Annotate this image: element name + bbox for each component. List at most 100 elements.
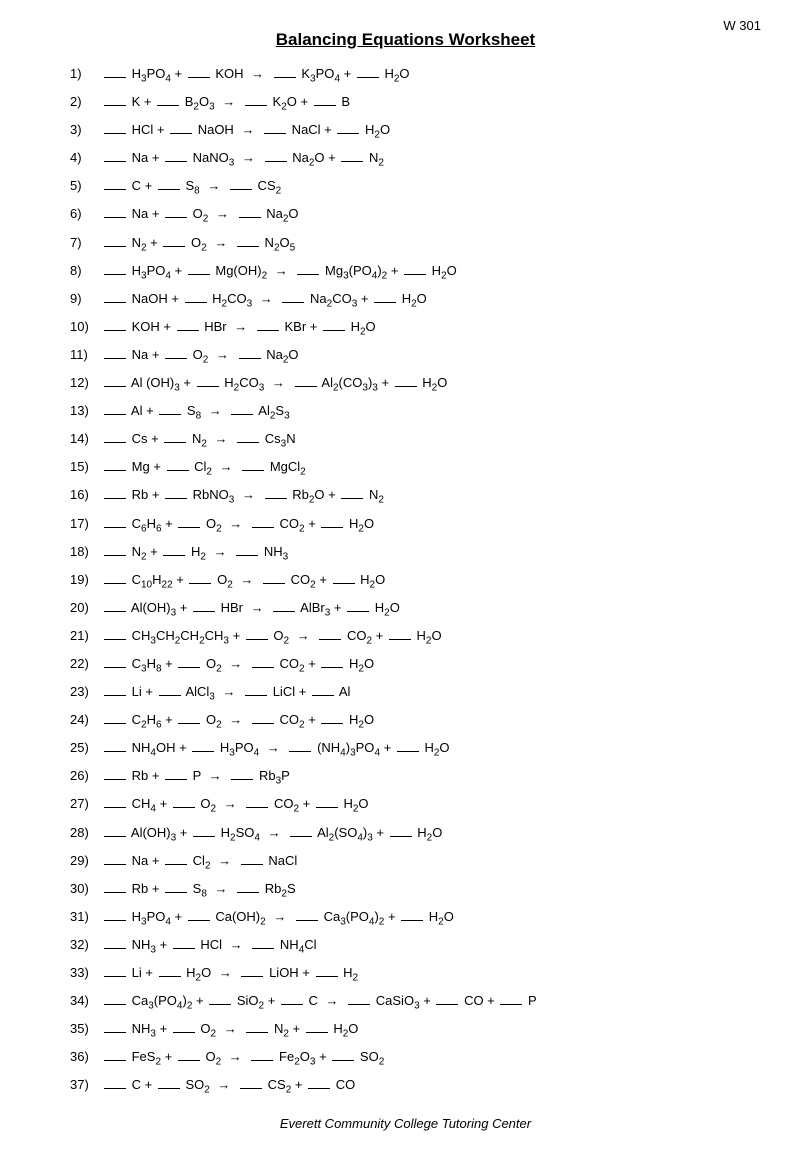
eq-content: Cs + N2 → Cs3N — [102, 429, 296, 452]
eq-content: C + S8 → CS2 — [102, 176, 281, 199]
list-item: 10) KOH + HBr → KBr + H2O — [70, 317, 741, 340]
eq-content: Na + O2 → Na2O — [102, 204, 299, 227]
eq-num: 10) — [70, 317, 102, 337]
list-item: 8) H3PO4 + Mg(OH)2 → Mg3(PO4)2 + H2O — [70, 261, 741, 284]
list-item: 19) C10H22 + O2 → CO2 + H2O — [70, 570, 741, 593]
eq-content: Na + Cl2 → NaCl — [102, 851, 297, 874]
list-item: 22) C3H8 + O2 → CO2 + H2O — [70, 654, 741, 677]
eq-num: 21) — [70, 626, 102, 646]
list-item: 17) C6H6 + O2 → CO2 + H2O — [70, 514, 741, 537]
eq-num: 25) — [70, 738, 102, 758]
eq-num: 18) — [70, 542, 102, 562]
eq-num: 28) — [70, 823, 102, 843]
eq-content: Na + O2 → Na2O — [102, 345, 299, 368]
eq-num: 32) — [70, 935, 102, 955]
list-item: 26) Rb + P → Rb3P — [70, 766, 741, 789]
list-item: 18) N2 + H2 → NH3 — [70, 542, 741, 565]
eq-content: K + B2O3 → K2O + B — [102, 92, 350, 115]
eq-content: NH4OH + H3PO4 → (NH4)3PO4 + H2O — [102, 738, 450, 761]
eq-content: NH3 + O2 → N2 + H2O — [102, 1019, 358, 1042]
list-item: 9) NaOH + H2CO3 → Na2CO3 + H2O — [70, 289, 741, 312]
eq-num: 27) — [70, 794, 102, 814]
eq-content: C + SO2 → CS2 + CO — [102, 1075, 355, 1098]
eq-content: CH3CH2CH2CH3 + O2 → CO2 + H2O — [102, 626, 442, 649]
eq-num: 19) — [70, 570, 102, 590]
list-item: 13) Al + S8 → Al2S3 — [70, 401, 741, 424]
list-item: 1) H3PO4 + KOH → K3PO4 + H2O — [70, 64, 741, 87]
eq-num: 31) — [70, 907, 102, 927]
eq-num: 37) — [70, 1075, 102, 1095]
eq-content: Rb + S8 → Rb2S — [102, 879, 296, 902]
eq-num: 11) — [70, 345, 102, 365]
eq-num: 23) — [70, 682, 102, 702]
eq-content: Al(OH)3 + HBr → AlBr3 + H2O — [102, 598, 400, 621]
eq-num: 26) — [70, 766, 102, 786]
list-item: 27) CH4 + O2 → CO2 + H2O — [70, 794, 741, 817]
eq-num: 20) — [70, 598, 102, 618]
list-item: 24) C2H6 + O2 → CO2 + H2O — [70, 710, 741, 733]
list-item: 25) NH4OH + H3PO4 → (NH4)3PO4 + H2O — [70, 738, 741, 761]
list-item: 23) Li + AlCl3 → LiCl + Al — [70, 682, 741, 705]
list-item: 32) NH3 + HCl → NH4Cl — [70, 935, 741, 958]
eq-content: N2 + O2 → N2O5 — [102, 233, 295, 256]
page-title: Balancing Equations Worksheet — [70, 30, 741, 50]
eq-num: 6) — [70, 204, 102, 224]
list-item: 21) CH3CH2CH2CH3 + O2 → CO2 + H2O — [70, 626, 741, 649]
list-item: 11) Na + O2 → Na2O — [70, 345, 741, 368]
list-item: 36) FeS2 + O2 → Fe2O3 + SO2 — [70, 1047, 741, 1070]
list-item: 37) C + SO2 → CS2 + CO — [70, 1075, 741, 1098]
list-item: 34) Ca3(PO4)2 + SiO2 + C → CaSiO3 + CO +… — [70, 991, 741, 1014]
eq-num: 2) — [70, 92, 102, 112]
eq-content: CH4 + O2 → CO2 + H2O — [102, 794, 369, 817]
eq-num: 14) — [70, 429, 102, 449]
eq-content: H3PO4 + Ca(OH)2 → Ca3(PO4)2 + H2O — [102, 907, 454, 930]
list-item: 15) Mg + Cl2 → MgCl2 — [70, 457, 741, 480]
list-item: 31) H3PO4 + Ca(OH)2 → Ca3(PO4)2 + H2O — [70, 907, 741, 930]
eq-content: Rb + RbNO3 → Rb2O + N2 — [102, 485, 384, 508]
eq-content: HCl + NaOH → NaCl + H2O — [102, 120, 390, 143]
eq-num: 13) — [70, 401, 102, 421]
list-item: 5) C + S8 → CS2 — [70, 176, 741, 199]
eq-num: 16) — [70, 485, 102, 505]
eq-content: C6H6 + O2 → CO2 + H2O — [102, 514, 374, 537]
page-id: W 301 — [723, 18, 761, 33]
eq-content: NH3 + HCl → NH4Cl — [102, 935, 317, 958]
eq-content: H3PO4 + KOH → K3PO4 + H2O — [102, 64, 410, 87]
eq-num: 3) — [70, 120, 102, 140]
eq-content: FeS2 + O2 → Fe2O3 + SO2 — [102, 1047, 384, 1070]
list-item: 20) Al(OH)3 + HBr → AlBr3 + H2O — [70, 598, 741, 621]
equation-list: 1) H3PO4 + KOH → K3PO4 + H2O 2) K + B2O3… — [70, 64, 741, 1098]
eq-content: C10H22 + O2 → CO2 + H2O — [102, 570, 385, 593]
footer: Everett Community College Tutoring Cente… — [70, 1116, 741, 1131]
list-item: 33) Li + H2O → LiOH + H2 — [70, 963, 741, 986]
eq-content: Al(OH)3 + H2SO4 → Al2(SO4)3 + H2O — [102, 823, 442, 846]
eq-content: Na + NaNO3 → Na2O + N2 — [102, 148, 384, 171]
eq-content: Al (OH)3 + H2CO3 → Al2(CO3)3 + H2O — [102, 373, 447, 396]
eq-num: 5) — [70, 176, 102, 196]
eq-num: 4) — [70, 148, 102, 168]
eq-content: C3H8 + O2 → CO2 + H2O — [102, 654, 374, 677]
eq-num: 34) — [70, 991, 102, 1011]
eq-content: C2H6 + O2 → CO2 + H2O — [102, 710, 374, 733]
list-item: 7) N2 + O2 → N2O5 — [70, 233, 741, 256]
eq-content: Rb + P → Rb3P — [102, 766, 290, 789]
eq-content: Ca3(PO4)2 + SiO2 + C → CaSiO3 + CO + P — [102, 991, 537, 1014]
eq-content: Li + AlCl3 → LiCl + Al — [102, 682, 350, 705]
eq-num: 29) — [70, 851, 102, 871]
eq-num: 17) — [70, 514, 102, 534]
eq-num: 9) — [70, 289, 102, 309]
eq-content: Li + H2O → LiOH + H2 — [102, 963, 358, 986]
list-item: 35) NH3 + O2 → N2 + H2O — [70, 1019, 741, 1042]
list-item: 29) Na + Cl2 → NaCl — [70, 851, 741, 874]
list-item: 2) K + B2O3 → K2O + B — [70, 92, 741, 115]
list-item: 14) Cs + N2 → Cs3N — [70, 429, 741, 452]
eq-content: KOH + HBr → KBr + H2O — [102, 317, 376, 340]
eq-content: Mg + Cl2 → MgCl2 — [102, 457, 306, 480]
eq-content: N2 + H2 → NH3 — [102, 542, 288, 565]
eq-content: Al + S8 → Al2S3 — [102, 401, 290, 424]
eq-num: 8) — [70, 261, 102, 281]
eq-num: 15) — [70, 457, 102, 477]
eq-num: 30) — [70, 879, 102, 899]
eq-num: 35) — [70, 1019, 102, 1039]
eq-num: 1) — [70, 64, 102, 84]
